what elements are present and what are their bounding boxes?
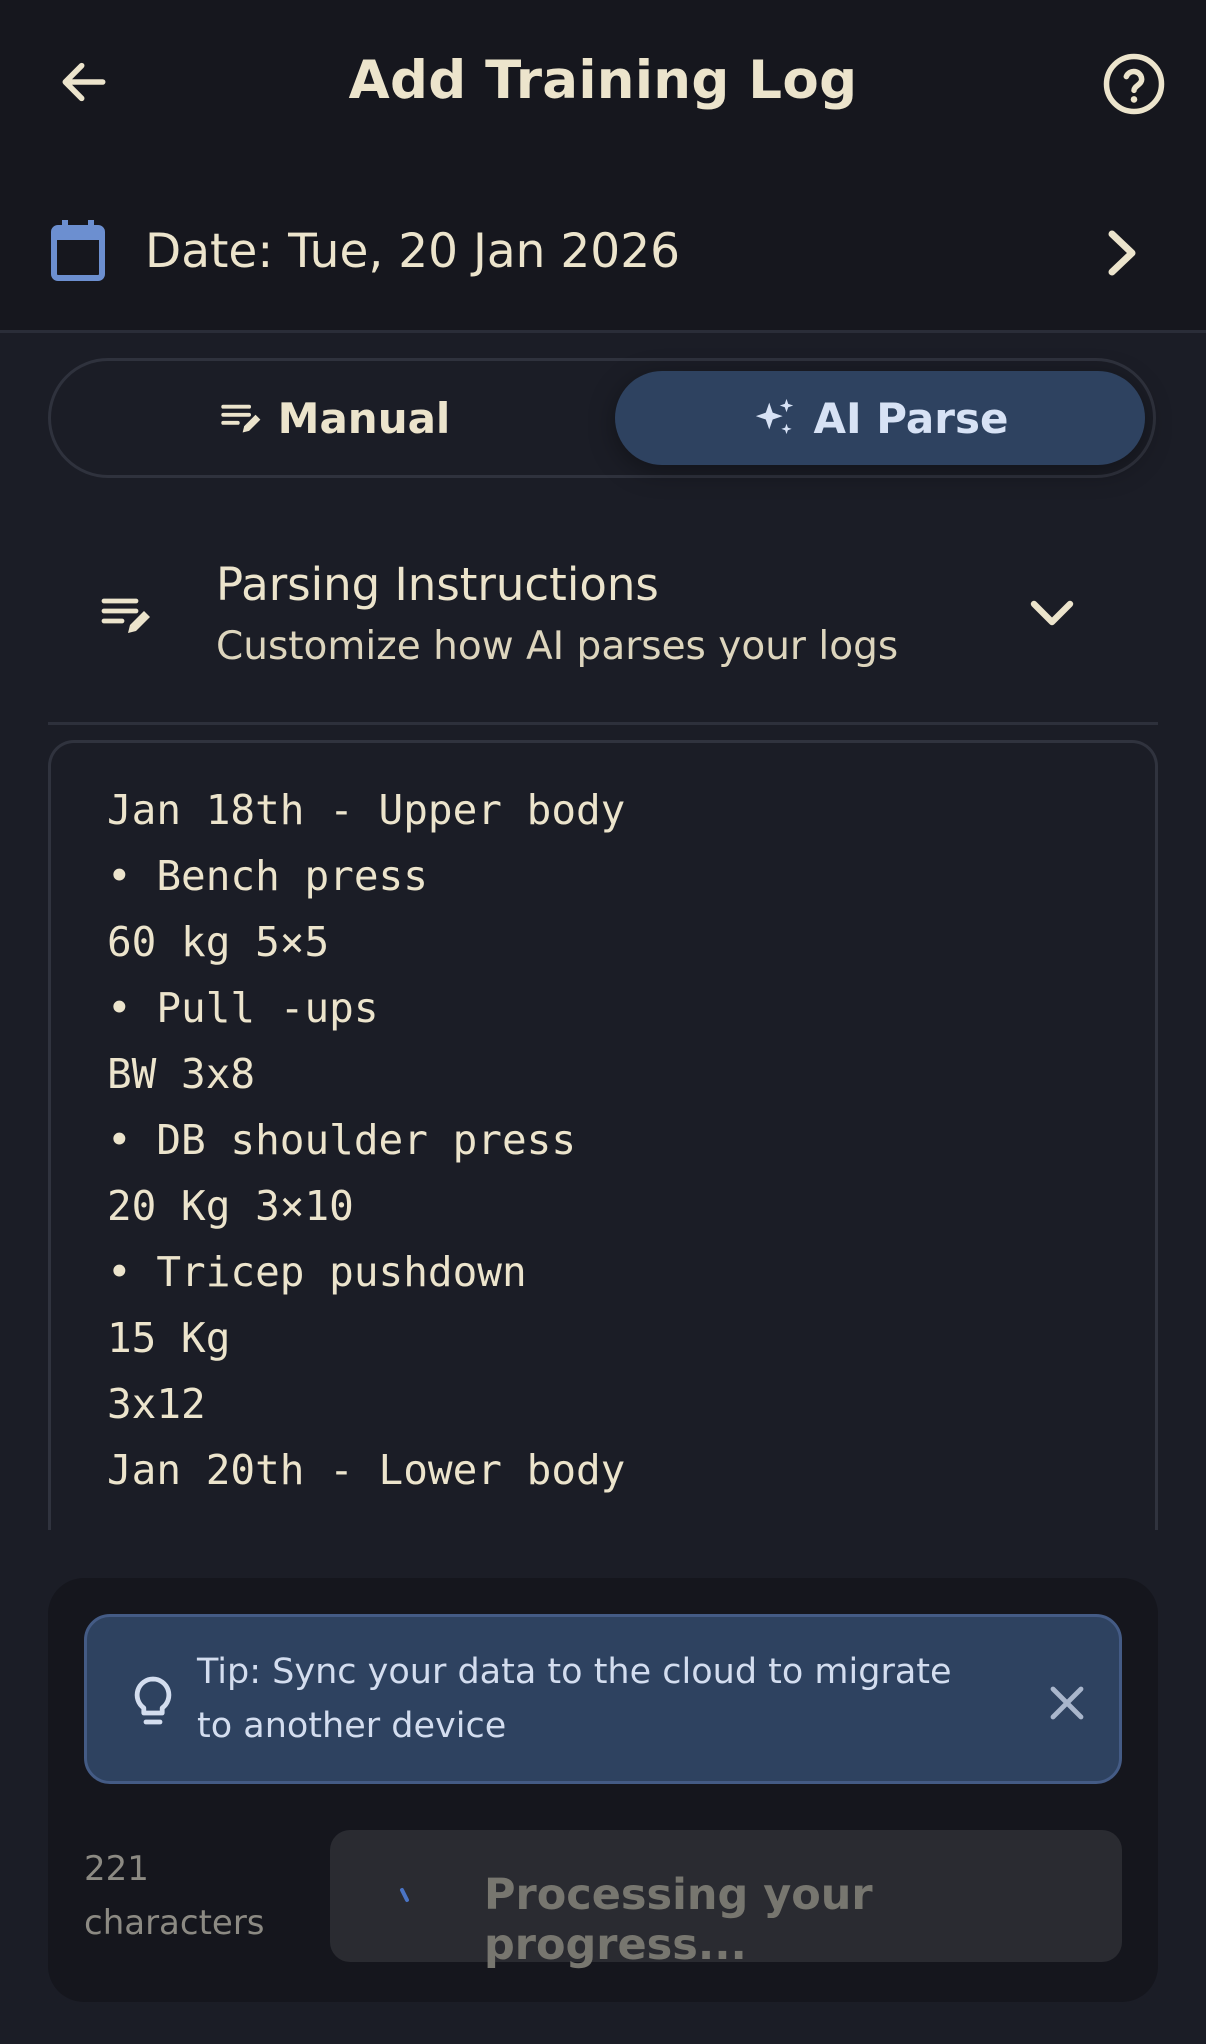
tip-text: Tip: Sync your data to the cloud to migr…	[197, 1652, 952, 1746]
lightbulb-icon	[134, 1676, 172, 1725]
character-count: 221 characters	[84, 1849, 265, 1943]
log-line: • Tricep pushdown	[107, 1248, 527, 1296]
log-text-content: Jan 18th - Upper body • Bench press 60 k…	[107, 777, 625, 1503]
edit-list-icon	[101, 598, 150, 633]
log-line: Jan 18th - Upper body	[107, 786, 626, 834]
log-text-input[interactable]: Jan 18th - Upper body • Bench press 60 k…	[48, 740, 1158, 1530]
log-line: • Bench press	[107, 852, 428, 900]
close-icon[interactable]	[1047, 1683, 1087, 1723]
calendar-icon	[51, 220, 105, 281]
tab-ai-parse[interactable]: AI Parse	[615, 371, 1145, 465]
edit-list-icon	[220, 404, 261, 433]
log-line: • DB shoulder press	[107, 1116, 576, 1164]
log-line: • Pull -ups	[107, 984, 379, 1032]
process-button[interactable]: Processing your progress...	[330, 1830, 1122, 1970]
date-label: Date: Tue, 20 Jan 2026	[145, 224, 681, 279]
log-line: 20 Kg 3×10	[107, 1182, 354, 1230]
log-line: 3x12	[107, 1380, 206, 1428]
log-line: BW 3x8	[107, 1050, 256, 1098]
help-circle-icon	[1103, 53, 1165, 115]
date-selector[interactable]: Date: Tue, 20 Jan 2026	[0, 200, 1206, 310]
log-line: Jan 20th - Lower body	[107, 1446, 626, 1494]
help-button[interactable]	[1092, 42, 1176, 126]
mode-toggle: Manual AI Parse	[48, 358, 1156, 478]
chevron-down-icon[interactable]	[1028, 592, 1076, 634]
tip-banner: Tip: Sync your data to the cloud to migr…	[84, 1614, 1122, 1784]
tab-manual[interactable]: Manual	[61, 371, 609, 465]
tab-ai-parse-label: AI Parse	[813, 393, 1009, 443]
log-line: 60 kg 5×5	[107, 918, 330, 966]
loading-spinner-icon	[400, 1888, 409, 1902]
process-button-label: Processing your progress...	[484, 1870, 873, 1970]
page-title: Add Training Log	[348, 50, 858, 111]
parsing-instructions-panel[interactable]: Parsing Instructions Customize how AI pa…	[48, 540, 1158, 725]
app-bar: Add Training Log Date: Tue, 20 Jan 2026	[0, 0, 1206, 333]
log-line: 15 Kg	[107, 1314, 231, 1362]
parsing-instructions-title: Parsing Instructions	[216, 558, 659, 611]
chevron-right-icon	[1108, 230, 1136, 276]
tab-manual-label: Manual	[277, 393, 451, 443]
add-training-log-screen: Add Training Log Date: Tue, 20 Jan 2026	[0, 0, 1206, 2044]
parsing-instructions-subtitle: Customize how AI parses your logs	[216, 624, 899, 669]
sparkles-icon	[755, 398, 793, 435]
bottom-action-panel: Tip: Sync your data to the cloud to migr…	[48, 1578, 1158, 2002]
